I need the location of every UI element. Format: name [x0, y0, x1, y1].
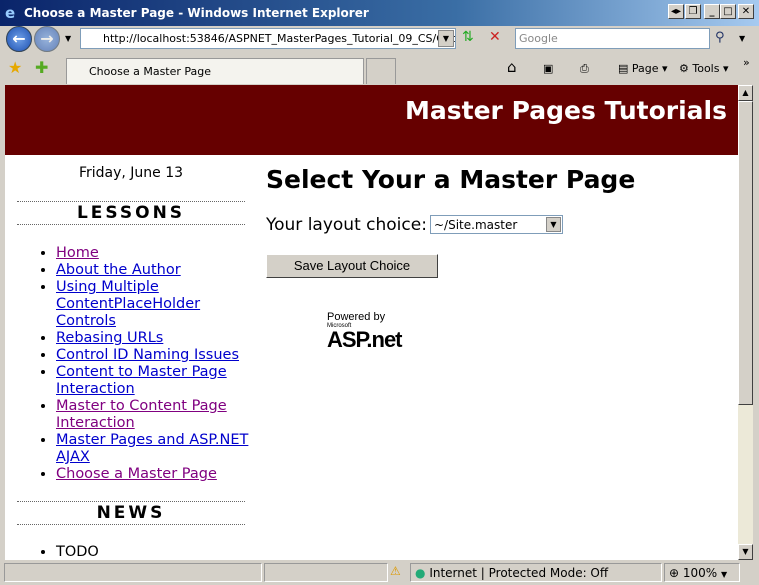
feeds-icon[interactable]: ▣: [543, 62, 553, 75]
page-content: Master Pages Tutorials Friday, June 13 L…: [5, 85, 738, 560]
url-text: http://localhost:53846/ASPNET_MasterPage…: [103, 32, 455, 45]
chevron-down-icon[interactable]: ▼: [546, 217, 561, 232]
zoom-level: 100%: [682, 566, 718, 580]
site-title: Master Pages Tutorials: [405, 96, 727, 125]
layout-select[interactable]: ~/Site.master ▼: [430, 215, 563, 234]
scroll-up-icon[interactable]: ▲: [738, 85, 753, 101]
layout-label: Your layout choice:: [266, 215, 427, 235]
stop-icon[interactable]: ✕: [489, 29, 501, 45]
ie-logo-icon: e: [5, 4, 16, 22]
lesson-item: Choose a Master Page: [56, 466, 252, 483]
history-dropdown-icon[interactable]: ▼: [65, 34, 71, 43]
lesson-item: Master Pages and ASP.NET AJAX: [56, 432, 252, 466]
lesson-link[interactable]: About the Author: [56, 262, 181, 278]
lesson-link[interactable]: Choose a Master Page: [56, 466, 217, 482]
aspnet-logo[interactable]: Powered by Microsoft ASP.net: [327, 311, 403, 352]
favorites-star-icon[interactable]: ★: [8, 58, 22, 77]
zoom-icon: ⊕: [669, 566, 680, 580]
refresh-icon[interactable]: ⇅: [462, 29, 474, 45]
new-tab-button[interactable]: [366, 58, 396, 84]
lesson-link[interactable]: Rebasing URLs: [56, 330, 163, 346]
save-layout-button[interactable]: Save Layout Choice: [266, 254, 438, 278]
page-heading: Select Your a Master Page: [266, 165, 636, 194]
add-favorites-icon[interactable]: ✚: [35, 58, 48, 77]
back-button[interactable]: ←: [6, 26, 32, 52]
lessons-heading: LESSONS: [17, 201, 245, 225]
lesson-link[interactable]: Master Pages and ASP.NET AJAX: [56, 432, 248, 465]
zoom-dropdown-icon[interactable]: ▼: [721, 570, 727, 579]
maximize-button[interactable]: □: [720, 4, 736, 19]
lesson-item: Home: [56, 245, 252, 262]
minimize-button[interactable]: _: [704, 4, 720, 19]
logo-asp-text: ASP.net: [327, 327, 403, 352]
lesson-item: Rebasing URLs: [56, 330, 252, 347]
search-options-icon[interactable]: ▼: [739, 34, 745, 43]
zoom-control[interactable]: ⊕ 100% ▼: [664, 563, 740, 582]
close-button[interactable]: ✕: [738, 4, 754, 19]
extra-button[interactable]: ◂▸: [668, 4, 684, 19]
search-placeholder: Google: [519, 32, 558, 45]
search-icon[interactable]: ⚲: [715, 30, 725, 45]
lesson-item: About the Author: [56, 262, 252, 279]
layout-selected-value: ~/Site.master: [434, 218, 518, 232]
status-bar: ⚠ ● Internet | Protected Mode: Off ⊕ 100…: [0, 561, 759, 585]
search-input[interactable]: Google: [515, 28, 710, 49]
forward-button[interactable]: →: [34, 26, 60, 52]
date-display: Friday, June 13: [78, 165, 184, 181]
tab-label: Choose a Master Page: [89, 65, 212, 78]
scroll-down-icon[interactable]: ▼: [738, 544, 753, 560]
powered-by-text: Powered by: [327, 311, 386, 323]
restore-icon-button[interactable]: ❐: [685, 4, 701, 19]
tools-menu[interactable]: ⚙ Tools ▾: [679, 62, 729, 75]
lesson-item: Content to Master Page Interaction: [56, 364, 252, 398]
zone-cell[interactable]: ● Internet | Protected Mode: Off: [410, 563, 662, 582]
page-menu[interactable]: ▤ Page ▾: [618, 62, 668, 75]
title-bar: e Choose a Master Page - Windows Interne…: [0, 0, 759, 26]
tools-label: Tools: [692, 62, 720, 75]
address-dropdown-icon[interactable]: ▼: [438, 30, 454, 47]
lesson-link[interactable]: Master to Content Page Interaction: [56, 398, 227, 431]
lesson-item: Using Multiple ContentPlaceHolder Contro…: [56, 279, 252, 330]
lesson-link[interactable]: Content to Master Page Interaction: [56, 364, 227, 397]
scroll-thumb[interactable]: [738, 101, 753, 405]
lesson-link[interactable]: Using Multiple ContentPlaceHolder Contro…: [56, 279, 200, 329]
lessons-list: HomeAbout the AuthorUsing Multiple Conte…: [22, 245, 252, 483]
lesson-link[interactable]: Home: [56, 245, 99, 261]
news-item: TODO: [56, 544, 99, 560]
print-icon[interactable]: ⎙: [580, 62, 589, 76]
lesson-item: Control ID Naming Issues: [56, 347, 252, 364]
home-icon[interactable]: ⌂: [507, 58, 517, 76]
site-header: Master Pages Tutorials: [5, 85, 738, 155]
tab-choose-master-page[interactable]: Choose a Master Page: [66, 58, 364, 84]
popup-blocked-icon[interactable]: ⚠: [390, 564, 401, 578]
vertical-scrollbar[interactable]: ▲ ▼: [738, 85, 753, 560]
news-heading: NEWS: [17, 501, 245, 525]
news-list: TODO: [22, 544, 99, 560]
zone-text: Internet | Protected Mode: Off: [429, 566, 609, 580]
status-cells: [264, 563, 388, 582]
lesson-item: Master to Content Page Interaction: [56, 398, 252, 432]
globe-icon: ●: [415, 566, 426, 580]
status-text-cell: [4, 563, 262, 582]
more-chevron-icon[interactable]: »: [743, 56, 750, 69]
page-label: Page: [631, 62, 659, 75]
window-title: Choose a Master Page - Windows Internet …: [24, 6, 369, 20]
address-bar[interactable]: http://localhost:53846/ASPNET_MasterPage…: [80, 28, 456, 49]
lesson-link[interactable]: Control ID Naming Issues: [56, 347, 239, 363]
